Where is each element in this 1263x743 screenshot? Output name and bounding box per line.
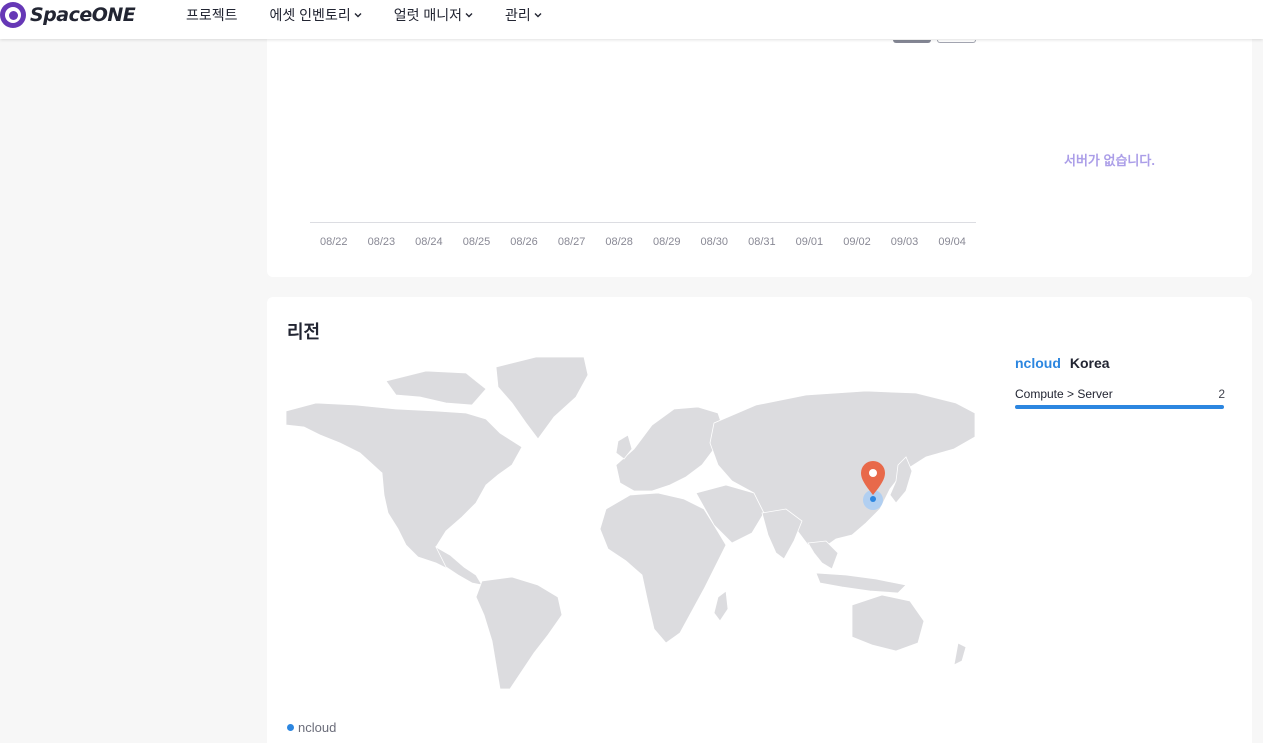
- x-axis-tick-label: 09/02: [843, 236, 871, 248]
- spaceone-logo[interactable]: SpaceONE: [0, 2, 136, 28]
- world-map[interactable]: [286, 353, 975, 693]
- map-arctic-islands: [385, 370, 487, 406]
- region-title: 리전: [287, 322, 321, 342]
- x-axis-tick-label: 09/03: [890, 236, 919, 248]
- region-marker-dot: [870, 496, 876, 502]
- period-toggle-active[interactable]: [893, 40, 931, 43]
- empty-message: 서버가 없습니다.: [1064, 153, 1155, 168]
- chevron-down-icon: [465, 12, 473, 17]
- legend-label: ncloud: [298, 720, 337, 735]
- period-toggle-group: [893, 40, 976, 43]
- menu-item-label: 얼럿 매니저: [393, 6, 462, 23]
- x-axis-tick-label: 09/04: [938, 236, 966, 248]
- map-new-zealand: [953, 642, 967, 666]
- resource-type-label: Compute > Server: [1015, 387, 1113, 401]
- menu-item-project[interactable]: 프로젝트: [186, 5, 238, 25]
- menu-item-asset-inventory[interactable]: 에셋 인벤토리: [270, 5, 362, 25]
- server-trend-card: 08/22 08/23 08/24 08/25 08/26 08/27 08/28 08/29…: [267, 30, 1252, 277]
- menu-item-label: 에셋 인벤토리: [269, 6, 351, 23]
- x-axis-tick-label: 08/30: [700, 236, 729, 248]
- map-north-america: [286, 402, 523, 572]
- menu-item-label: 프로젝트: [186, 6, 238, 23]
- map-madagascar: [713, 590, 729, 622]
- chevron-down-icon: [354, 12, 362, 17]
- map-south-america: [475, 576, 563, 690]
- menu-item-label: 관리: [505, 6, 531, 23]
- x-axis-tick-label: 08/22: [320, 236, 348, 248]
- x-axis-tick-label: 09/01: [795, 236, 824, 248]
- x-axis-tick-label: 08/28: [605, 236, 633, 248]
- map-australia: [851, 594, 925, 652]
- chevron-down-icon: [534, 12, 542, 17]
- region-resource-row[interactable]: Compute > Server 2: [1015, 387, 1225, 401]
- map-southeast-asia: [807, 540, 839, 570]
- x-axis-tick-label: 08/24: [415, 236, 443, 248]
- logo-text: SpaceONE: [30, 4, 136, 26]
- top-nav-bar: SpaceONE 프로젝트 에셋 인벤토리 얼럿 매니저 관리: [0, 0, 1263, 39]
- map-legend: ncloud: [287, 720, 336, 735]
- resource-count: 2: [1218, 387, 1225, 401]
- resource-count-bar: [1015, 405, 1224, 409]
- chart-baseline: [310, 222, 976, 223]
- x-axis-tick-label: 08/23: [367, 236, 396, 248]
- region-detail-panel: ncloud Korea Compute > Server 2: [1015, 355, 1225, 409]
- logo-icon: [0, 2, 26, 28]
- region-card: 리전 ncloud ncloud Korea Compute > Server …: [267, 297, 1252, 743]
- region-name: Korea: [1069, 355, 1110, 371]
- x-axis-tick-label: 08/31: [748, 236, 776, 248]
- legend-dot: [287, 724, 294, 731]
- map-india: [761, 508, 803, 560]
- x-axis-tick-label: 08/25: [462, 236, 491, 248]
- menu-item-alert-manager[interactable]: 얼럿 매니저: [394, 5, 473, 25]
- chart-x-axis: 08/22 08/23 08/24 08/25 08/26 08/27 08/28 08/29…: [310, 236, 976, 248]
- x-axis-tick-label: 08/26: [510, 236, 538, 248]
- map-indonesia: [815, 572, 907, 594]
- period-toggle-inactive[interactable]: [937, 40, 976, 43]
- region-provider: ncloud: [1015, 355, 1061, 371]
- x-axis-tick-label: 08/29: [652, 236, 681, 248]
- region-detail-header: ncloud Korea: [1015, 355, 1225, 371]
- map-greenland: [495, 356, 589, 440]
- x-axis-tick-label: 08/27: [557, 236, 586, 248]
- map-pin-center: [869, 469, 877, 477]
- menu-item-management[interactable]: 관리: [505, 5, 542, 25]
- map-africa: [599, 492, 727, 644]
- main-menu: 프로젝트 에셋 인벤토리 얼럿 매니저 관리: [186, 0, 574, 29]
